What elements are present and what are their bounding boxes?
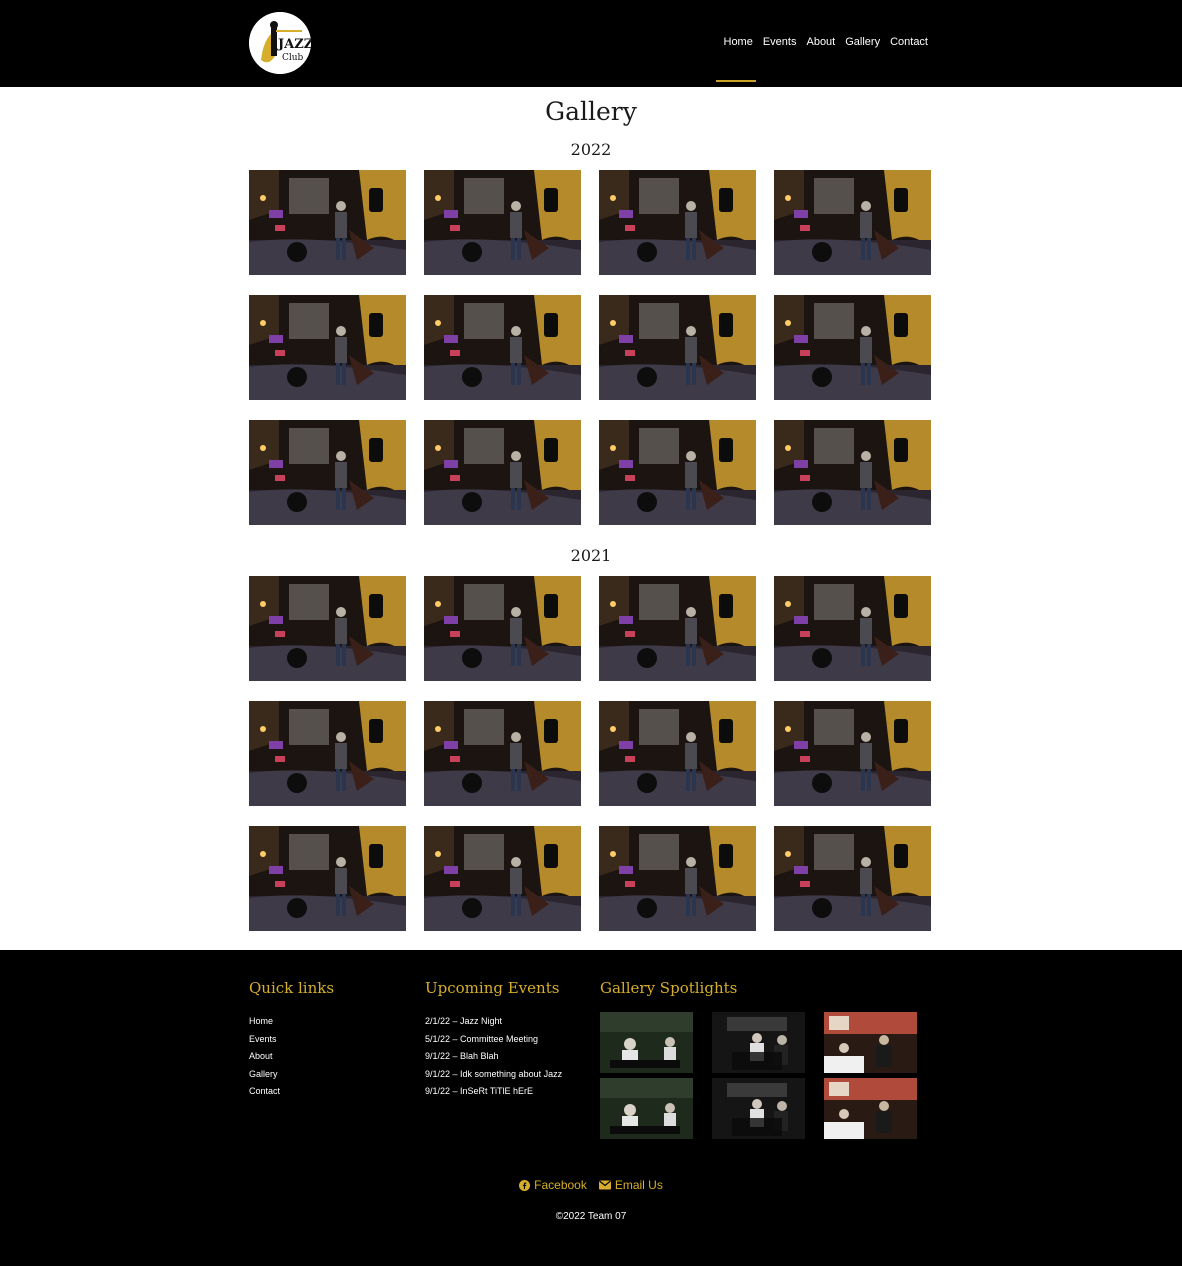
event-item[interactable]: 5/1/22 – Committee Meeting [425, 1031, 562, 1049]
facebook-label: Facebook [534, 1178, 587, 1192]
quick-link-item: Home [249, 1013, 280, 1031]
nav-about[interactable]: About [806, 36, 835, 48]
email-label: Email Us [614, 1178, 663, 1192]
social-links: Facebook Email Us [0, 1178, 1182, 1192]
gallery-photo-2022-1[interactable] [249, 170, 406, 275]
gallery-photo-2022-8[interactable] [774, 295, 931, 400]
page-title: Gallery [545, 97, 637, 126]
gallery-grid-2021 [249, 576, 933, 931]
gallery-photo-2022-10[interactable] [424, 420, 581, 525]
gallery-photo-2022-7[interactable] [599, 295, 756, 400]
quick-link-item: Contact [249, 1083, 280, 1101]
gallery-photo-2021-3[interactable] [599, 576, 756, 681]
event-item[interactable]: 9/1/22 – InSeRt TiTlE hErE [425, 1083, 562, 1101]
quick-link-gallery[interactable]: Gallery [249, 1069, 278, 1079]
spotlight-thumb-5[interactable] [712, 1078, 805, 1139]
spotlight-thumb-3[interactable] [824, 1012, 917, 1073]
event-item[interactable]: 9/1/22 – Idk something about Jazz [425, 1066, 562, 1084]
spotlight-thumb-4[interactable] [600, 1078, 693, 1139]
gallery-photo-2022-3[interactable] [599, 170, 756, 275]
spotlight-thumb-1[interactable] [600, 1012, 693, 1073]
spotlight-thumb-2[interactable] [712, 1012, 805, 1073]
gallery-photo-2022-12[interactable] [774, 420, 931, 525]
nav-contact[interactable]: Contact [890, 36, 928, 48]
spotlight-thumb-6[interactable] [824, 1078, 917, 1139]
gallery-photo-2022-4[interactable] [774, 170, 931, 275]
year-heading-2022: 2022 [570, 140, 612, 159]
upcoming-events-list: 2/1/22 – Jazz Night 5/1/22 – Committee M… [425, 1013, 562, 1101]
gallery-photo-2022-6[interactable] [424, 295, 581, 400]
svg-text:Club: Club [282, 53, 304, 63]
quick-links-list: Home Events About Gallery Contact [249, 1013, 280, 1101]
quick-link-contact[interactable]: Contact [249, 1086, 280, 1096]
quick-link-events[interactable]: Events [249, 1034, 277, 1044]
gallery-photo-2021-1[interactable] [249, 576, 406, 681]
gallery-photo-2021-10[interactable] [424, 826, 581, 931]
gallery-photo-2021-12[interactable] [774, 826, 931, 931]
gallery-photo-2021-8[interactable] [774, 701, 931, 806]
gallery-spotlights-heading: Gallery Spotlights [600, 979, 738, 997]
gallery-photo-2021-7[interactable] [599, 701, 756, 806]
envelope-icon [598, 1180, 611, 1190]
nav-home[interactable]: Home [724, 36, 753, 48]
jazz-club-logo-icon: JAZZ Club [249, 12, 311, 74]
nav-gallery[interactable]: Gallery [845, 36, 880, 48]
jazz-club-logo[interactable]: JAZZ Club [249, 12, 311, 74]
nav-active-indicator [716, 80, 756, 82]
gallery-photo-2021-5[interactable] [249, 701, 406, 806]
event-item[interactable]: 2/1/22 – Jazz Night [425, 1013, 562, 1031]
quick-link-about[interactable]: About [249, 1051, 273, 1061]
facebook-link[interactable]: Facebook [519, 1178, 587, 1192]
quick-link-home[interactable]: Home [249, 1016, 273, 1026]
facebook-icon [519, 1179, 531, 1191]
gallery-photo-2021-11[interactable] [599, 826, 756, 931]
nav-events[interactable]: Events [763, 36, 797, 48]
site-footer: Quick links Home Events About Gallery Co… [0, 950, 1182, 1266]
gallery-photo-2021-9[interactable] [249, 826, 406, 931]
quick-link-item: Events [249, 1031, 280, 1049]
gallery-grid-2022 [249, 170, 933, 525]
quick-link-item: Gallery [249, 1066, 280, 1084]
copyright-text: ©2022 Team 07 [555, 1211, 627, 1222]
main-nav: Home Events About Gallery Contact [724, 36, 929, 48]
gallery-photo-2022-2[interactable] [424, 170, 581, 275]
svg-text:JAZZ: JAZZ [277, 37, 311, 52]
quick-link-item: About [249, 1048, 280, 1066]
quick-links-heading: Quick links [249, 979, 335, 997]
email-link[interactable]: Email Us [598, 1178, 663, 1192]
event-item[interactable]: 9/1/22 – Blah Blah [425, 1048, 562, 1066]
upcoming-events-heading: Upcoming Events [425, 979, 560, 997]
gallery-photo-2022-5[interactable] [249, 295, 406, 400]
gallery-photo-2022-11[interactable] [599, 420, 756, 525]
gallery-photo-2021-6[interactable] [424, 701, 581, 806]
gallery-photo-2021-2[interactable] [424, 576, 581, 681]
year-heading-2021: 2021 [570, 546, 612, 565]
gallery-photo-2021-4[interactable] [774, 576, 931, 681]
gallery-photo-2022-9[interactable] [249, 420, 406, 525]
site-header: JAZZ Club Home Events About Gallery Cont… [0, 0, 1182, 87]
gallery-spotlights-grid [600, 1012, 918, 1139]
